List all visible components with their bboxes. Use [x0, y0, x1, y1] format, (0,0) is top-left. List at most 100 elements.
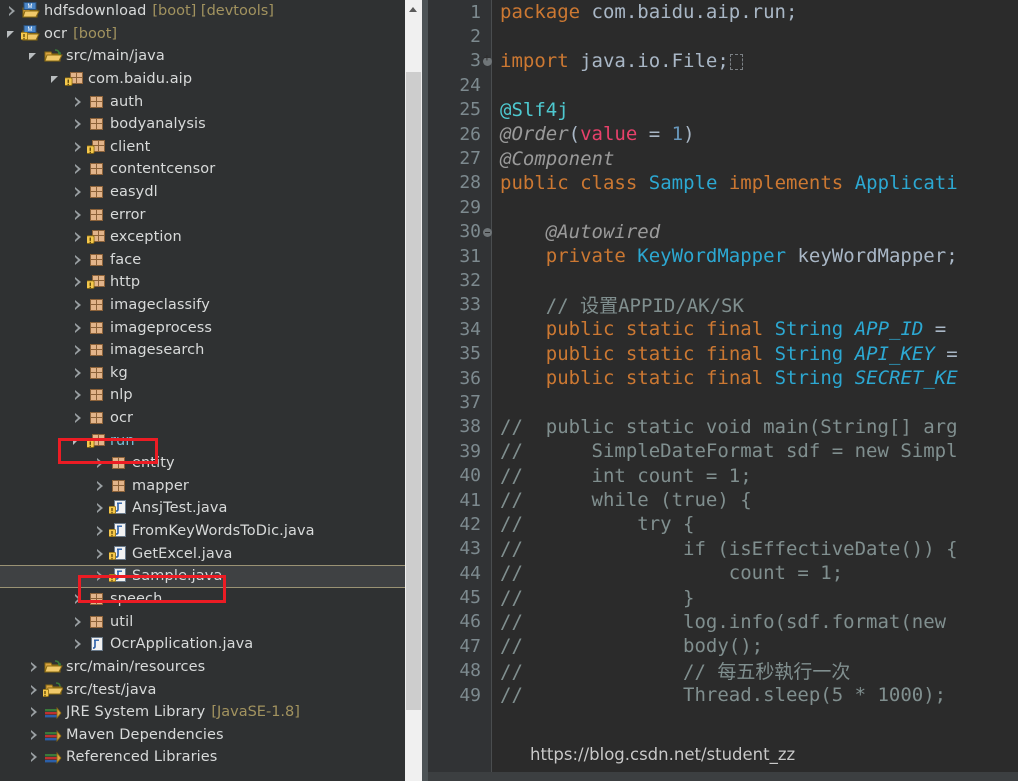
- collapse-arrow-icon[interactable]: [70, 633, 87, 655]
- collapse-arrow-icon[interactable]: [70, 339, 87, 361]
- collapse-arrow-icon[interactable]: [70, 294, 87, 316]
- collapse-arrow-icon[interactable]: [70, 181, 87, 203]
- tree-item-imageprocess[interactable]: imageprocess: [0, 316, 405, 339]
- editor-panel[interactable]: 1 package com.baidu.aip.run; 23 import java…: [428, 0, 1018, 781]
- code-line[interactable]: 32: [428, 268, 1018, 292]
- code-line[interactable]: 39 // SimpleDateFormat sdf = new Simpl: [428, 439, 1018, 463]
- code-line[interactable]: 3 import java.io.File;: [428, 49, 1018, 73]
- code-line[interactable]: 27 @Component: [428, 146, 1018, 170]
- tree-item-run[interactable]: run: [0, 429, 405, 452]
- collapse-arrow-icon[interactable]: [70, 317, 87, 339]
- tree-item-imagesearch[interactable]: imagesearch: [0, 339, 405, 362]
- project-tree[interactable]: Mhdfsdownload [boot] [devtools] Mocr [boot]…: [0, 0, 405, 769]
- collapse-arrow-icon[interactable]: [70, 611, 87, 633]
- tree-item-ocrapplication-java[interactable]: OcrApplication.java: [0, 633, 405, 656]
- tree-item-src-main-resources[interactable]: src/main/resources: [0, 656, 405, 679]
- tree-item-ansjtest-java[interactable]: AnsjTest.java: [0, 497, 405, 520]
- collapse-arrow-icon[interactable]: [26, 701, 43, 723]
- code-line[interactable]: 29: [428, 195, 1018, 219]
- tree-item-http[interactable]: http: [0, 271, 405, 294]
- code-line[interactable]: 33 // 设置APPID/AK/SK: [428, 293, 1018, 317]
- code-line[interactable]: 40 // int count = 1;: [428, 463, 1018, 487]
- collapse-arrow-icon[interactable]: [70, 249, 87, 271]
- expand-arrow-icon[interactable]: [70, 430, 87, 452]
- collapse-arrow-icon[interactable]: [92, 452, 109, 474]
- code-line[interactable]: 30 @Autowired: [428, 220, 1018, 244]
- code-line[interactable]: 24: [428, 73, 1018, 97]
- code-line[interactable]: 49 // Thread.sleep(5 * 1000);: [428, 683, 1018, 707]
- explorer-vertical-scrollbar[interactable]: [405, 0, 422, 781]
- tree-item-ocr[interactable]: ocr: [0, 407, 405, 430]
- tree-item-referenced-libraries[interactable]: Referenced Libraries: [0, 746, 405, 769]
- code-line[interactable]: 1 package com.baidu.aip.run;: [428, 0, 1018, 24]
- collapse-arrow-icon[interactable]: [92, 520, 109, 542]
- collapse-arrow-icon[interactable]: [92, 497, 109, 519]
- tree-item-face[interactable]: face: [0, 249, 405, 272]
- tree-item-error[interactable]: error: [0, 203, 405, 226]
- tree-item-kg[interactable]: kg: [0, 362, 405, 385]
- tree-item-jre-system-library[interactable]: JRE System Library [JavaSE-1.8]: [0, 701, 405, 724]
- collapse-arrow-icon[interactable]: [4, 0, 21, 22]
- collapse-arrow-icon[interactable]: [92, 565, 109, 587]
- tree-item-bodyanalysis[interactable]: bodyanalysis: [0, 113, 405, 136]
- tree-item-ocr[interactable]: Mocr [boot]: [0, 23, 405, 46]
- code-line[interactable]: 35 public static final String API_KEY =: [428, 341, 1018, 365]
- tree-item-maven-dependencies[interactable]: Maven Dependencies: [0, 723, 405, 746]
- collapse-arrow-icon[interactable]: [70, 136, 87, 158]
- expand-arrow-icon[interactable]: [4, 23, 21, 45]
- tree-item-entity[interactable]: entity: [0, 452, 405, 475]
- fold-collapse-icon[interactable]: [483, 220, 492, 244]
- code-line[interactable]: 34 public static final String APP_ID =: [428, 317, 1018, 341]
- code-line[interactable]: 44 // count = 1;: [428, 561, 1018, 585]
- tree-item-contentcensor[interactable]: contentcensor: [0, 158, 405, 181]
- collapse-arrow-icon[interactable]: [70, 588, 87, 610]
- code-line[interactable]: 38 // public static void main(String[] ar…: [428, 415, 1018, 439]
- tree-item-fromkeywordstodic-java[interactable]: FromKeyWordsToDic.java: [0, 520, 405, 543]
- tree-item-auth[interactable]: auth: [0, 90, 405, 113]
- code-line[interactable]: 43 // if (isEffectiveDate()) {: [428, 537, 1018, 561]
- code-line[interactable]: 42 // try {: [428, 512, 1018, 536]
- collapse-arrow-icon[interactable]: [26, 679, 43, 701]
- tree-item-src-test-java[interactable]: src/test/java: [0, 678, 405, 701]
- expand-arrow-icon[interactable]: [48, 68, 65, 90]
- collapse-arrow-icon[interactable]: [70, 271, 87, 293]
- tree-item-imageclassify[interactable]: imageclassify: [0, 294, 405, 317]
- fold-expand-icon[interactable]: [483, 49, 492, 73]
- collapse-arrow-icon[interactable]: [70, 407, 87, 429]
- tree-item-hdfsdownload[interactable]: Mhdfsdownload [boot] [devtools]: [0, 0, 405, 23]
- code-line[interactable]: 36 public static final String SECRET_KE: [428, 366, 1018, 390]
- code-line[interactable]: 31 private KeyWordMapper keyWordMapper;: [428, 244, 1018, 268]
- code-line[interactable]: 26 @Order(value = 1): [428, 122, 1018, 146]
- package-explorer-panel[interactable]: Mhdfsdownload [boot] [devtools] Mocr [boot]…: [0, 0, 405, 781]
- tree-item-easydl[interactable]: easydl: [0, 181, 405, 204]
- code-line[interactable]: 25 @Slf4j: [428, 98, 1018, 122]
- tree-item-util[interactable]: util: [0, 610, 405, 633]
- code-line[interactable]: 28 public class Sample implements Applica…: [428, 171, 1018, 195]
- collapse-arrow-icon[interactable]: [26, 746, 43, 768]
- collapse-arrow-icon[interactable]: [70, 158, 87, 180]
- expand-arrow-icon[interactable]: [26, 45, 43, 67]
- code-line[interactable]: 47 // body();: [428, 634, 1018, 658]
- collapse-arrow-icon[interactable]: [70, 91, 87, 113]
- collapse-arrow-icon[interactable]: [92, 475, 109, 497]
- collapse-arrow-icon[interactable]: [92, 543, 109, 565]
- collapse-arrow-icon[interactable]: [70, 113, 87, 135]
- code-content[interactable]: 1 package com.baidu.aip.run; 23 import java…: [428, 0, 1018, 781]
- tree-item-speech[interactable]: speech: [0, 588, 405, 611]
- collapse-arrow-icon[interactable]: [70, 204, 87, 226]
- tree-item-nlp[interactable]: nlp: [0, 384, 405, 407]
- code-line[interactable]: 46 // log.info(sdf.format(new: [428, 610, 1018, 634]
- code-line[interactable]: 45 // }: [428, 585, 1018, 609]
- tree-item-sample-java[interactable]: Sample.java: [0, 564, 405, 588]
- collapse-arrow-icon[interactable]: [26, 724, 43, 746]
- collapse-arrow-icon[interactable]: [26, 656, 43, 678]
- collapse-arrow-icon[interactable]: [70, 226, 87, 248]
- scrollbar-thumb[interactable]: [406, 72, 421, 710]
- scroll-up-arrow-icon[interactable]: [405, 0, 422, 17]
- tree-item-com-baidu-aip[interactable]: com.baidu.aip: [0, 68, 405, 91]
- tree-item-getexcel-java[interactable]: GetExcel.java: [0, 542, 405, 565]
- tree-item-client[interactable]: client: [0, 136, 405, 159]
- code-line[interactable]: 37: [428, 390, 1018, 414]
- tree-item-exception[interactable]: exception: [0, 226, 405, 249]
- code-line[interactable]: 41 // while (true) {: [428, 488, 1018, 512]
